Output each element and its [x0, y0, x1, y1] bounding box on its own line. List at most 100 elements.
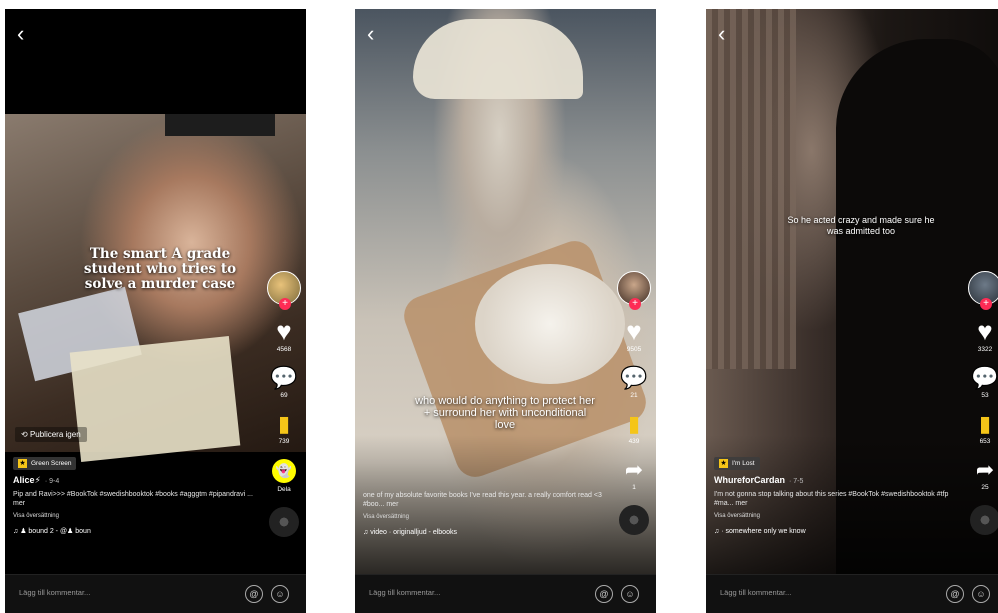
avatar[interactable]: +	[617, 271, 651, 310]
caption[interactable]: I'm not gonna stop talking about this se…	[714, 490, 962, 508]
video-info: one of my absolute favorite books I've r…	[363, 487, 611, 537]
comment-count: 69	[280, 392, 288, 399]
music-disc-icon[interactable]	[269, 507, 299, 537]
share-arrow-icon: ➦	[624, 457, 644, 482]
snapchat-share-button[interactable]: 👻 Dela	[272, 459, 296, 493]
author-name[interactable]: Alice⚡ · 9-4	[13, 476, 261, 486]
translate-link[interactable]: Visa översättning	[714, 512, 962, 521]
emoji-icon[interactable]: ☺	[972, 585, 990, 603]
music-title[interactable]: ♫ ♟ bound 2 - @♟ boun	[13, 527, 261, 536]
video-overlay-text: So he acted crazy and made sure he was a…	[787, 215, 935, 236]
share-button[interactable]: ➦ 25	[975, 457, 995, 492]
like-button[interactable]: ♥ 4568	[276, 316, 292, 353]
comment-count: 53	[981, 392, 989, 399]
follow-plus-icon[interactable]: +	[629, 298, 641, 310]
comment-bubble-icon: 💬	[971, 365, 998, 390]
video-info: ★ Green Screen Alice⚡ · 9-4 Pip and Ravi>>…	[13, 457, 261, 536]
save-count: 439	[628, 438, 640, 445]
effect-tag-label: Green Screen	[31, 460, 72, 467]
comment-input[interactable]: Lägg till kommentar...	[720, 588, 791, 597]
action-rail: + ♥ 9505 💬 21 ▮ 439 ➦ 1	[615, 271, 653, 535]
snapchat-ghost-icon: 👻	[272, 459, 296, 483]
save-button[interactable]: ▮ 739	[277, 411, 291, 446]
save-button[interactable]: ▮ 653	[978, 411, 992, 446]
heart-icon: ♥	[626, 316, 642, 346]
video-screen-3: ‹ So he acted crazy and made sure he was…	[706, 9, 998, 613]
save-count: 653	[979, 438, 991, 445]
music-disc-icon[interactable]	[619, 505, 649, 535]
back-icon[interactable]: ‹	[718, 23, 725, 45]
share-count: 1	[632, 484, 636, 491]
like-count: 4568	[276, 346, 292, 353]
caption[interactable]: one of my absolute favorite books I've r…	[363, 491, 611, 509]
bookmark-icon: ▮	[277, 411, 291, 436]
cap-shape	[413, 19, 583, 99]
video-screen-2: ‹ who would do anything to protect her +…	[355, 9, 656, 613]
save-count: 739	[278, 438, 290, 445]
save-button[interactable]: ▮ 439	[627, 411, 641, 446]
share-label: Dela	[277, 486, 291, 493]
letterbox-top	[5, 9, 306, 114]
music-title[interactable]: ♫ · somewhere only we know	[714, 527, 962, 536]
book-shape	[69, 335, 241, 463]
music-title[interactable]: ♫ video · originalljud - elbooks	[363, 528, 611, 537]
comment-bar: Lägg till kommentar... @ ☺	[5, 574, 306, 613]
bookmark-icon: ▮	[627, 411, 641, 436]
avatar[interactable]: +	[968, 271, 998, 310]
author-name[interactable]: WhureforCardan · 7-5	[714, 476, 962, 486]
share-count: 25	[981, 484, 989, 491]
comment-input[interactable]: Lägg till kommentar...	[19, 588, 90, 597]
comment-bubble-icon: 💬	[620, 365, 648, 390]
comment-button[interactable]: 💬 21	[620, 365, 648, 400]
republish-label: Publicera igen	[29, 430, 81, 439]
like-button[interactable]: ♥ 9505	[626, 316, 642, 353]
back-icon[interactable]: ‹	[367, 23, 374, 45]
like-count: 9505	[626, 346, 642, 353]
post-date: · 9-4	[44, 478, 60, 485]
at-mention-icon[interactable]: @	[245, 585, 263, 603]
effect-tag[interactable]: ★ I'm Lost	[714, 457, 760, 470]
comment-button[interactable]: 💬 53	[971, 365, 998, 400]
republish-button[interactable]: ⟲ Publicera igen	[15, 427, 87, 442]
effect-tag[interactable]: ★ Green Screen	[13, 457, 77, 470]
comment-input[interactable]: Lägg till kommentar...	[369, 588, 440, 597]
video-overlay-text: who would do anything to protect her + s…	[415, 395, 595, 431]
post-date: · 7-5	[789, 478, 804, 485]
like-count: 3322	[977, 346, 993, 353]
flowers-shape	[475, 264, 625, 384]
monitor-shape	[165, 114, 275, 136]
follow-plus-icon[interactable]: +	[279, 298, 291, 310]
heart-icon: ♥	[276, 316, 292, 346]
action-rail: + ♥ 4568 💬 69 ▮ 739 👻 Dela	[265, 271, 303, 537]
emoji-icon[interactable]: ☺	[621, 585, 639, 603]
author-name-text: Alice	[13, 475, 35, 485]
comment-bar: Lägg till kommentar... @ ☺	[706, 574, 998, 613]
video-info: ★ I'm Lost WhureforCardan · 7-5 I'm not go…	[714, 457, 962, 536]
comment-bar: Lägg till kommentar... @ ☺	[355, 574, 656, 613]
lightning-emoji: ⚡	[34, 475, 41, 485]
effect-tag-label: I'm Lost	[732, 460, 755, 467]
translate-link[interactable]: Visa översättning	[363, 513, 611, 522]
effect-icon: ★	[18, 459, 27, 468]
translate-link[interactable]: Visa översättning	[13, 512, 261, 521]
comment-button[interactable]: 💬 69	[270, 365, 298, 400]
comment-count: 21	[630, 392, 638, 399]
like-button[interactable]: ♥ 3322	[977, 318, 993, 353]
bookmark-icon: ▮	[978, 411, 992, 436]
effect-icon: ★	[719, 459, 728, 468]
comment-bubble-icon: 💬	[270, 365, 298, 390]
video-screen-1: ‹ The smart A grade student who tries to…	[5, 9, 306, 613]
back-icon[interactable]: ‹	[17, 23, 24, 45]
caption[interactable]: Pip and Ravi>>> #BookTok #swedishbooktok…	[13, 490, 261, 508]
avatar[interactable]: +	[267, 271, 301, 310]
at-mention-icon[interactable]: @	[946, 585, 964, 603]
curtain-shape	[706, 9, 796, 369]
follow-plus-icon[interactable]: +	[980, 298, 992, 310]
at-mention-icon[interactable]: @	[595, 585, 613, 603]
video-overlay-text: The smart A grade student who tries to s…	[83, 246, 237, 292]
author-name-text: WhureforCardan	[714, 475, 786, 485]
music-disc-icon[interactable]	[970, 505, 998, 535]
share-button[interactable]: ➦ 1	[624, 457, 644, 492]
emoji-icon[interactable]: ☺	[271, 585, 289, 603]
share-arrow-icon: ➦	[975, 457, 995, 482]
